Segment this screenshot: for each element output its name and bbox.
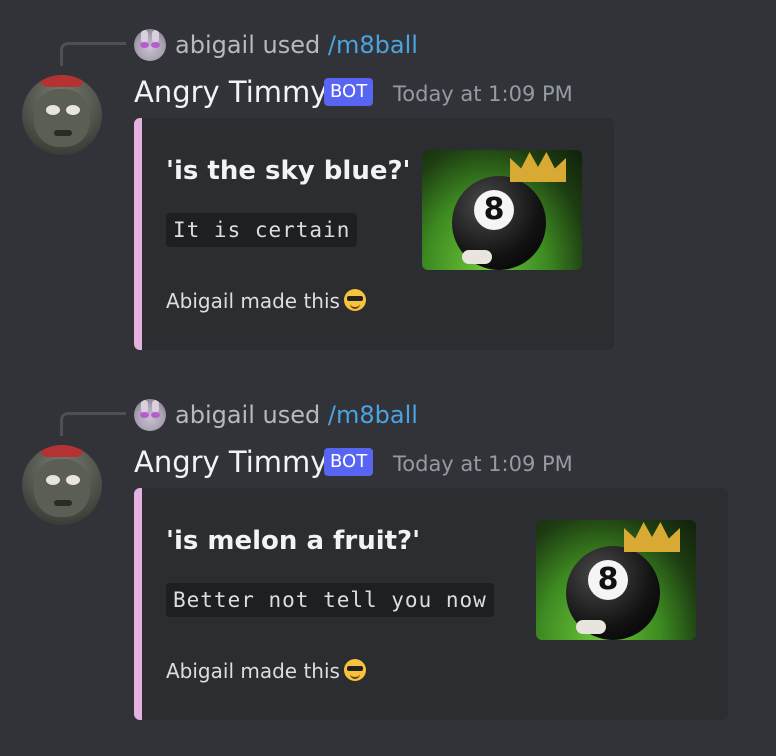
embed-title: 'is the sky blue?' [166, 156, 411, 186]
embed-thumbnail-8ball[interactable]: 8 [536, 520, 696, 640]
embed-footer-text: Abigail made this [166, 659, 340, 683]
crown-icon [510, 152, 566, 182]
interaction-reply-line: abigail used /m8ball [175, 399, 418, 431]
reply-connector-line [60, 42, 126, 66]
bot-username[interactable]: Angry Timmy [134, 73, 327, 111]
reply-verb: used [262, 31, 321, 59]
slash-command-link[interactable]: /m8ball [328, 401, 418, 429]
slash-command-link[interactable]: /m8ball [328, 31, 418, 59]
bot-tag-badge: BOT [324, 78, 374, 106]
message-timestamp[interactable]: Today at 1:09 PM [393, 449, 573, 479]
reply-username[interactable]: abigail [175, 31, 255, 59]
embed-title: 'is melon a fruit?' [166, 526, 421, 556]
crown-icon [624, 522, 680, 552]
reply-username[interactable]: abigail [175, 401, 255, 429]
embed-footer-text: Abigail made this [166, 289, 340, 313]
embed-thumbnail-8ball[interactable]: 8 [422, 150, 582, 270]
bot-tag-badge: BOT [324, 448, 374, 476]
embed-footer: Abigail made this [166, 286, 366, 316]
bot-avatar[interactable] [22, 445, 102, 525]
reply-user-avatar[interactable] [134, 399, 166, 431]
message-embed: 'is melon a fruit?' Better not tell you … [134, 488, 728, 720]
sunglasses-emoji-icon [343, 659, 366, 681]
reply-user-avatar[interactable] [134, 29, 166, 61]
reply-connector-line [60, 412, 126, 436]
interaction-reply-line: abigail used /m8ball [175, 29, 418, 61]
bot-username[interactable]: Angry Timmy [134, 443, 327, 481]
bot-avatar[interactable] [22, 75, 102, 155]
embed-answer-code: It is certain [166, 213, 358, 247]
embed-footer: Abigail made this [166, 656, 366, 686]
embed-answer-code: Better not tell you now [166, 583, 494, 617]
sunglasses-emoji-icon [343, 289, 366, 311]
message-timestamp[interactable]: Today at 1:09 PM [393, 79, 573, 109]
reply-verb: used [262, 401, 321, 429]
message-embed: 'is the sky blue?' It is certain Abigail… [134, 118, 614, 350]
